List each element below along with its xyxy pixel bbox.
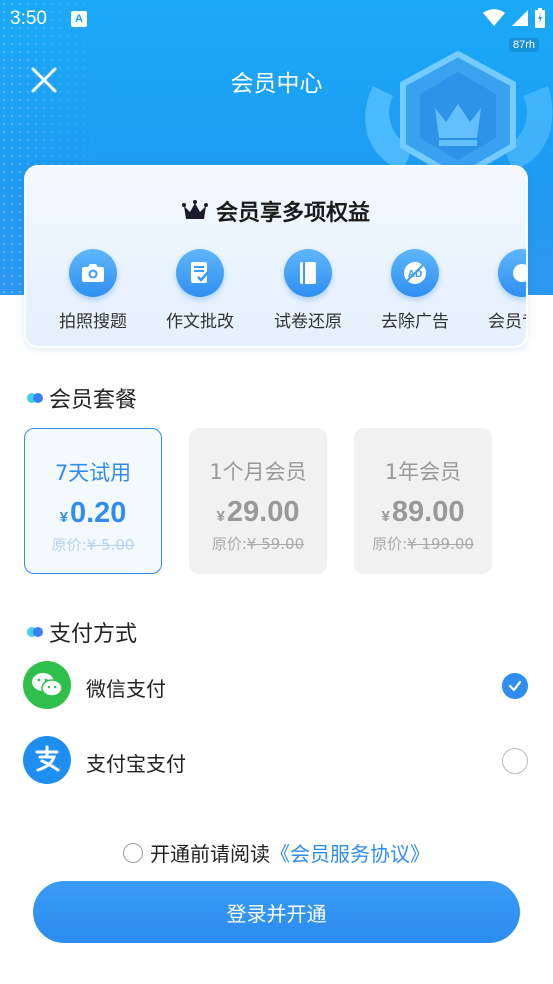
no-ads-icon: AD xyxy=(391,249,439,297)
wifi-icon xyxy=(483,9,505,26)
benefit-label: 会员专属 xyxy=(488,312,526,332)
benefit-member-exclusive[interactable]: 会员专属 xyxy=(477,249,526,332)
camera-icon xyxy=(69,249,117,297)
signal-icon xyxy=(512,10,528,26)
agreement-prefix: 开通前请阅读 xyxy=(150,842,270,866)
benefit-label: 作文批改 xyxy=(166,312,234,332)
section-dots-icon xyxy=(27,393,43,403)
page-title: 会员中心 xyxy=(230,71,323,97)
benefit-photo-search[interactable]: 拍照搜题 xyxy=(48,249,138,332)
payment-label: 支付宝支付 xyxy=(86,752,186,776)
alipay-icon xyxy=(23,736,71,784)
agreement-link[interactable]: 《会员服务协议》 xyxy=(270,838,430,867)
plan-price: ¥29.00 xyxy=(216,496,300,528)
plan-original-price: 原价:¥ 59.00 xyxy=(211,535,305,553)
app-notification-icon: A xyxy=(71,11,87,27)
plan-price: ¥0.20 xyxy=(59,497,127,529)
payment-option-alipay[interactable]: 支付宝支付 xyxy=(23,736,533,784)
plans-section-title: 会员套餐 xyxy=(27,382,137,414)
payment-label: 微信支付 xyxy=(86,677,166,701)
section-dots-icon xyxy=(27,627,43,637)
edit-document-icon xyxy=(176,249,224,297)
plan-name: 1年会员 xyxy=(384,460,462,484)
payment-option-wechat[interactable]: 微信支付 xyxy=(23,661,533,709)
plan-price: ¥89.00 xyxy=(381,496,465,528)
book-icon xyxy=(284,249,332,297)
benefit-label: 拍照搜题 xyxy=(59,312,127,332)
plan-name: 7天试用 xyxy=(54,461,132,485)
status-icons xyxy=(483,8,545,28)
status-time: 3:50 xyxy=(10,8,47,29)
payment-section-title: 支付方式 xyxy=(27,616,137,648)
crown-icon xyxy=(181,200,208,219)
status-bar: 3:50 A xyxy=(0,0,553,38)
benefits-heading: 会员享多项权益 xyxy=(26,195,526,227)
plan-card-trial[interactable]: 7天试用 ¥0.20 原价:¥ 5.00 xyxy=(24,428,162,574)
plan-card-monthly[interactable]: 1个月会员 ¥29.00 原价:¥ 59.00 xyxy=(189,428,327,574)
checkmark-icon xyxy=(508,680,522,692)
battery-icon xyxy=(535,8,545,28)
network-speed: 87rh xyxy=(508,38,539,52)
member-icon xyxy=(498,249,526,297)
agreement-checkbox[interactable] xyxy=(123,842,143,863)
benefit-essay-correction[interactable]: 作文批改 xyxy=(155,249,245,332)
payment-radio-checked[interactable] xyxy=(502,673,528,699)
benefit-remove-ads[interactable]: AD 去除广告 xyxy=(370,249,460,332)
plan-original-price: 原价:¥ 5.00 xyxy=(51,536,135,554)
plan-name: 1个月会员 xyxy=(209,460,307,484)
benefit-label: 试卷还原 xyxy=(274,312,342,332)
agreement-row: 开通前请阅读 《会员服务协议》 xyxy=(0,838,553,867)
plan-card-yearly[interactable]: 1年会员 ¥89.00 原价:¥ 199.00 xyxy=(354,428,492,574)
benefits-title: 会员享多项权益 xyxy=(215,201,370,226)
benefits-card: 会员享多项权益 拍照搜题 作文批改 试卷还原 AD 去除广告 会员专属 xyxy=(24,165,528,348)
plan-original-price: 原价:¥ 199.00 xyxy=(372,535,474,553)
login-and-subscribe-button[interactable]: 登录并开通 xyxy=(33,881,520,943)
benefit-paper-restore[interactable]: 试卷还原 xyxy=(263,249,353,332)
benefit-label: 去除广告 xyxy=(381,312,449,332)
wechat-pay-icon xyxy=(23,661,71,709)
payment-radio-unchecked[interactable] xyxy=(502,748,528,774)
